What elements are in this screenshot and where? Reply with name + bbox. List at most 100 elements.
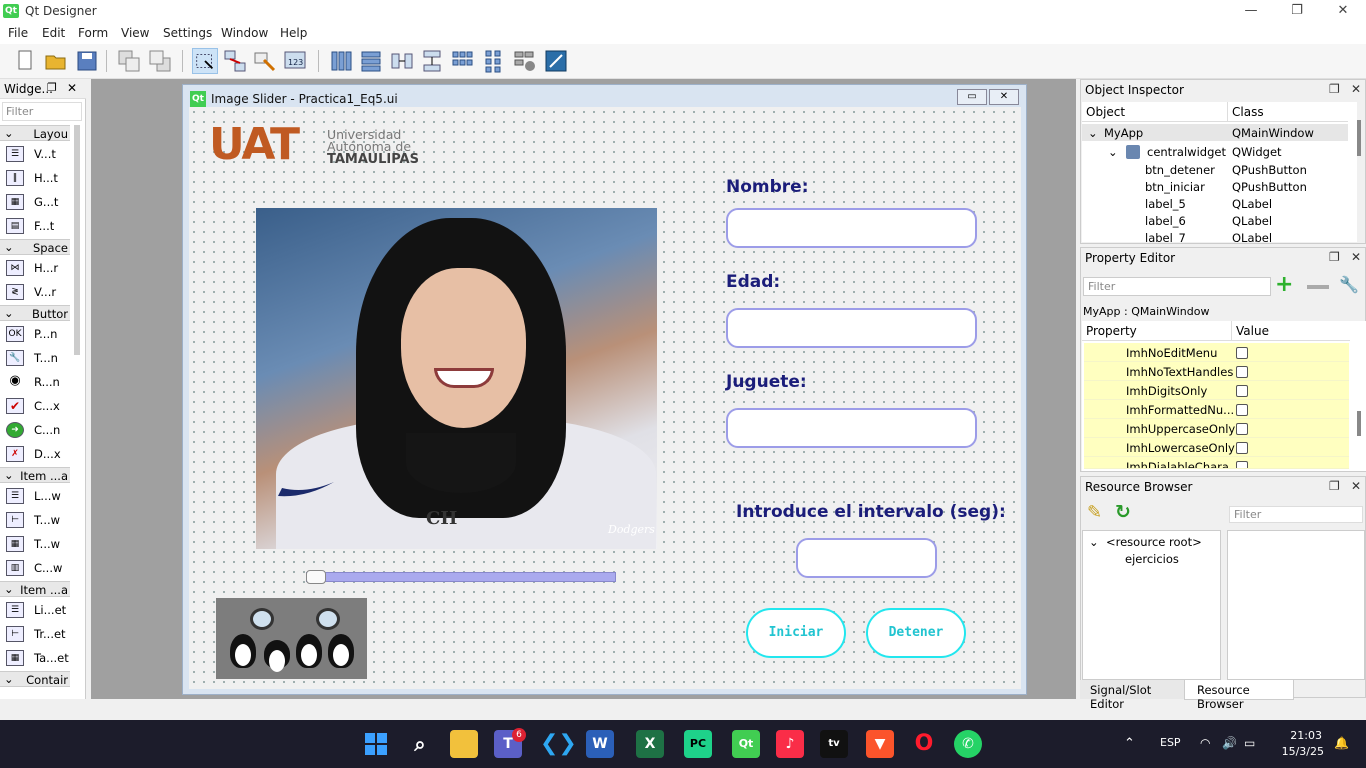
pycharm-icon[interactable]: PC bbox=[684, 730, 712, 758]
input-juguete[interactable] bbox=[726, 408, 977, 448]
widget-list-widget[interactable]: ☰ Li...et bbox=[4, 599, 70, 621]
clock-date[interactable]: 15/3/25 bbox=[1280, 745, 1324, 758]
brave-icon[interactable]: ▼ bbox=[866, 730, 894, 758]
adjust-size-icon[interactable] bbox=[543, 48, 569, 74]
reload-icon[interactable]: ↻ bbox=[1115, 501, 1131, 523]
checkbox[interactable] bbox=[1236, 442, 1248, 454]
tree-row[interactable]: label_6 QLabel bbox=[1082, 212, 1348, 229]
edit-buddies-icon[interactable] bbox=[252, 48, 278, 74]
property-row[interactable]: ImhNoEditMenu bbox=[1084, 343, 1349, 362]
checkbox[interactable] bbox=[1236, 366, 1248, 378]
checkbox[interactable] bbox=[1236, 404, 1248, 416]
send-to-back-icon[interactable] bbox=[116, 48, 142, 74]
edit-tab-order-icon[interactable]: 123 bbox=[282, 48, 308, 74]
widget-table-view[interactable]: ▦ T...w bbox=[4, 533, 70, 555]
object-tree-scrollbar[interactable] bbox=[1357, 120, 1361, 156]
column-value[interactable]: Value bbox=[1232, 321, 1350, 341]
add-property-icon[interactable]: + bbox=[1275, 274, 1293, 296]
checkbox[interactable] bbox=[1236, 423, 1248, 435]
widget-form-layout[interactable]: ▤ F...t bbox=[4, 215, 70, 237]
tree-row[interactable]: ejercicios bbox=[1083, 550, 1219, 567]
word-icon[interactable]: W bbox=[586, 730, 614, 758]
layout-horizontal-splitter-icon[interactable] bbox=[389, 48, 415, 74]
category-item-views[interactable]: ⌄ Item ...a bbox=[0, 467, 70, 483]
clock-time[interactable]: 21:03 bbox=[1286, 729, 1322, 742]
widget-box-scrollbar[interactable] bbox=[74, 125, 80, 355]
tab-resource-browser[interactable]: Resource Browser bbox=[1184, 680, 1294, 711]
checkbox[interactable] bbox=[1236, 385, 1248, 397]
edit-signals-slots-icon[interactable] bbox=[222, 48, 248, 74]
qt-designer-icon[interactable]: Qt bbox=[732, 730, 760, 758]
property-row[interactable]: ImhDigitsOnly bbox=[1084, 381, 1349, 400]
object-tree[interactable]: Object Class ⌄ MyApp QMainWindow ⌄ centralw… bbox=[1082, 102, 1361, 242]
tree-row[interactable]: ⌄ MyApp QMainWindow bbox=[1082, 124, 1348, 141]
detener-button[interactable]: Detener bbox=[866, 608, 966, 658]
float-icon[interactable]: ❐ bbox=[1329, 479, 1340, 493]
close-icon[interactable]: ✕ bbox=[1351, 82, 1361, 96]
layout-vertical-splitter-icon[interactable] bbox=[419, 48, 445, 74]
layout-horizontal-icon[interactable] bbox=[328, 48, 354, 74]
layout-vertical-icon[interactable] bbox=[358, 48, 384, 74]
resource-files-view[interactable] bbox=[1227, 530, 1365, 680]
vscode-icon[interactable]: ❮❯ bbox=[540, 730, 577, 758]
property-row[interactable]: ImhNoTextHandles bbox=[1084, 362, 1349, 381]
language-indicator[interactable]: ESP bbox=[1160, 736, 1181, 749]
float-icon[interactable]: ❐ bbox=[1329, 82, 1340, 96]
close-icon[interactable]: ✕ bbox=[1351, 250, 1361, 264]
form-window[interactable]: Qt Image Slider - Practica1_Eq5.ui ▭ ✕ U… bbox=[182, 84, 1027, 695]
menu-help[interactable]: Help bbox=[280, 26, 307, 40]
input-intervalo[interactable] bbox=[796, 538, 937, 578]
property-table-scrollbar[interactable] bbox=[1357, 411, 1361, 436]
widget-tree-view[interactable]: ⊢ T...w bbox=[4, 509, 70, 531]
resource-filter-input[interactable]: Filter bbox=[1229, 506, 1363, 523]
widget-push-button[interactable]: OK P...n bbox=[4, 323, 70, 345]
widget-vertical-spacer[interactable]: ≷ V...r bbox=[4, 281, 70, 303]
menu-form[interactable]: Form bbox=[78, 26, 108, 40]
apple-tv-icon[interactable]: tv bbox=[820, 730, 848, 758]
chevron-up-icon[interactable]: ⌃ bbox=[1124, 736, 1135, 751]
widget-grid-layout[interactable]: ▦ G...t bbox=[4, 191, 70, 213]
new-form-icon[interactable] bbox=[12, 48, 38, 74]
notification-icon[interactable]: 🔔 bbox=[1334, 736, 1349, 750]
tree-row[interactable]: label_7 QLabel bbox=[1082, 229, 1348, 242]
widget-vertical-layout[interactable]: ☰ V...t bbox=[4, 143, 70, 165]
float-icon[interactable]: ❐ bbox=[1329, 250, 1340, 264]
widget-filter-input[interactable]: Filter bbox=[2, 102, 82, 121]
tree-row[interactable]: ⌄ centralwidget QWidget bbox=[1082, 143, 1348, 160]
column-object[interactable]: Object bbox=[1082, 102, 1228, 122]
volume-icon[interactable]: 🔊 bbox=[1222, 736, 1237, 750]
widget-table-widget[interactable]: ▦ Ta...et bbox=[4, 647, 70, 669]
maximize-button[interactable]: ❐ bbox=[1274, 0, 1320, 23]
save-form-icon[interactable] bbox=[74, 48, 100, 74]
menu-file[interactable]: File bbox=[8, 26, 28, 40]
widget-tree-widget[interactable]: ⊢ Tr...et bbox=[4, 623, 70, 645]
tab-signal-slot-editor[interactable]: Signal/Slot Editor bbox=[1080, 680, 1184, 711]
break-layout-icon[interactable] bbox=[512, 48, 538, 74]
form-minimize-button[interactable]: ▭ bbox=[957, 89, 987, 105]
category-layouts[interactable]: ⌄ Layou bbox=[0, 125, 70, 141]
menu-edit[interactable]: Edit bbox=[42, 26, 65, 40]
image-slider-handle[interactable] bbox=[306, 570, 326, 584]
whatsapp-icon[interactable]: ✆ bbox=[954, 730, 982, 758]
property-row[interactable]: ImhLowercaseOnly bbox=[1084, 438, 1349, 457]
property-filter-input[interactable]: Filter bbox=[1083, 277, 1271, 296]
property-row[interactable]: ImhFormattedNu... bbox=[1084, 400, 1349, 419]
property-table[interactable]: Property Value ImhNoEditMenu ImhNoTextHa… bbox=[1082, 321, 1366, 471]
category-spacers[interactable]: ⌄ Space bbox=[0, 239, 70, 255]
form-canvas[interactable]: UAT Universidad Autónoma de TAMAULIPAS C… bbox=[189, 107, 1021, 689]
edit-resources-icon[interactable]: ✎ bbox=[1087, 502, 1102, 523]
file-explorer-icon[interactable] bbox=[450, 730, 478, 758]
widget-column-view[interactable]: ▥ C...w bbox=[4, 557, 70, 579]
checkbox[interactable] bbox=[1236, 347, 1248, 359]
minimize-button[interactable]: — bbox=[1228, 0, 1274, 23]
tree-row[interactable]: label_5 QLabel bbox=[1082, 195, 1348, 212]
form-close-button[interactable]: ✕ bbox=[989, 89, 1019, 105]
widget-radio-button[interactable]: ◉ R...n bbox=[4, 371, 70, 393]
menu-window[interactable]: Window bbox=[221, 26, 268, 40]
apple-music-icon[interactable]: ♪ bbox=[776, 730, 804, 758]
tree-row[interactable]: ⌄ <resource root> bbox=[1083, 533, 1219, 550]
widget-list-view[interactable]: ☰ L...w bbox=[4, 485, 70, 507]
layout-form-icon[interactable] bbox=[481, 48, 507, 74]
excel-icon[interactable]: X bbox=[636, 730, 664, 758]
category-buttons[interactable]: ⌄ Buttor bbox=[0, 305, 70, 321]
